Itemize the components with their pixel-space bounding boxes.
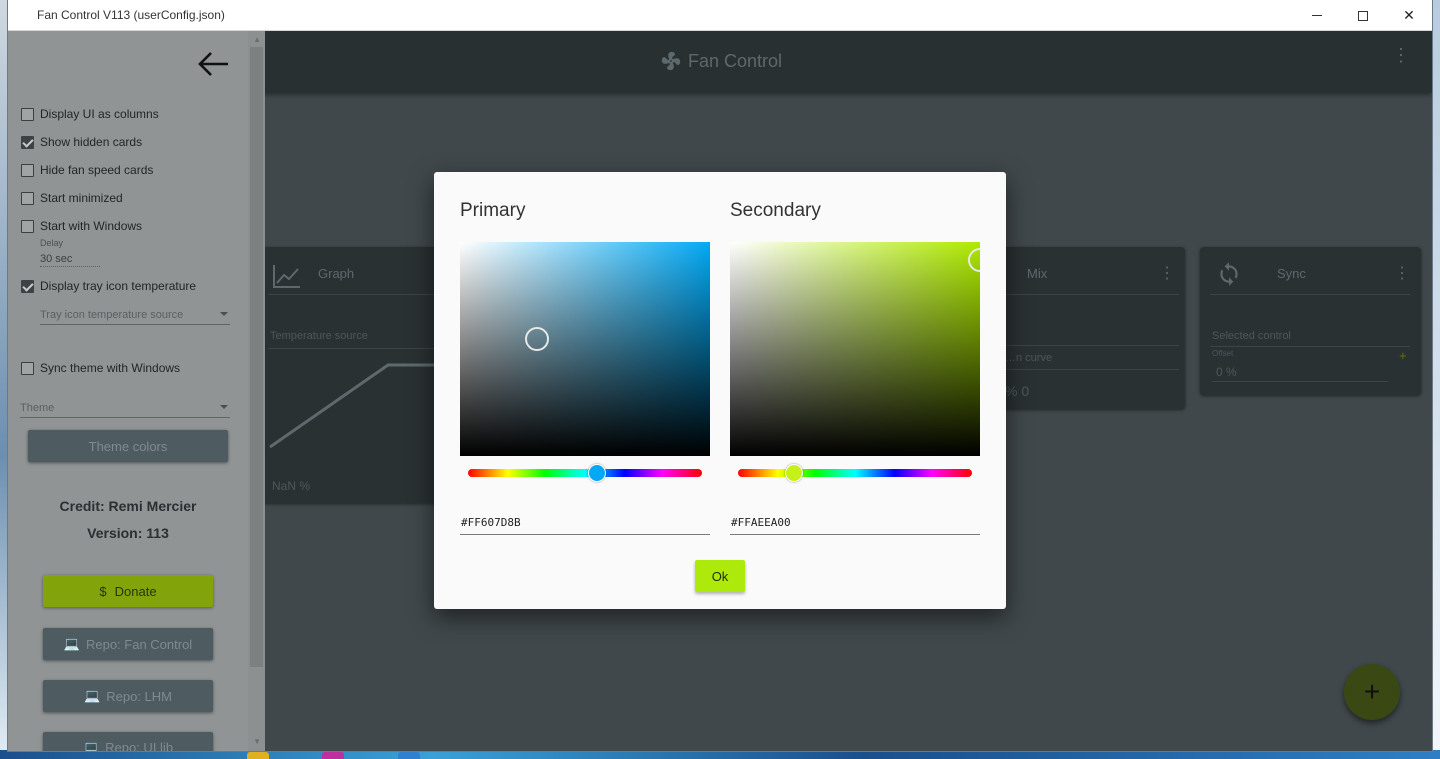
theme-colors-button[interactable]: Theme colors bbox=[28, 430, 228, 462]
maximize-button[interactable] bbox=[1340, 0, 1386, 31]
option-label: Display tray icon temperature bbox=[40, 279, 197, 293]
primary-title: Primary bbox=[460, 200, 526, 221]
option-sync-theme-windows[interactable]: Sync theme with Windows bbox=[21, 361, 180, 375]
option-label: Show hidden cards bbox=[40, 135, 143, 149]
option-label: Sync theme with Windows bbox=[40, 361, 181, 375]
button-label: Donate bbox=[114, 583, 157, 599]
window-title: Fan Control V113 (userConfig.json) bbox=[37, 8, 225, 22]
option-start-with-windows[interactable]: Start with Windows bbox=[21, 219, 142, 233]
repo-ui-lib-button[interactable]: 💻 Repo: UI lib bbox=[43, 732, 213, 751]
taskbar-app-icon[interactable] bbox=[322, 752, 344, 759]
secondary-hex-input[interactable]: #FFAEEA00 bbox=[730, 514, 980, 535]
taskbar-app-icon[interactable] bbox=[247, 752, 269, 759]
option-label: Start minimized bbox=[40, 191, 123, 205]
credit-text: Credit: Remi Mercier bbox=[59, 498, 197, 514]
sv-black-gradient bbox=[730, 242, 980, 456]
drawer-scrollbar[interactable]: ▲ ▼ bbox=[248, 31, 265, 751]
button-label: Repo: UI lib bbox=[105, 740, 174, 751]
sv-black-gradient bbox=[460, 242, 710, 456]
theme-colors-dialog: Primary Secondary #FF607D8B #FFAEEA00 Ok bbox=[434, 172, 1006, 609]
scroll-up-icon[interactable]: ▲ bbox=[253, 35, 261, 44]
laptop-icon: 💻 bbox=[84, 688, 101, 703]
app-content: Fan Control ⋮ Graph Temperature source N… bbox=[8, 31, 1432, 751]
taskbar-strip bbox=[0, 750, 1440, 759]
minimize-button[interactable] bbox=[1294, 0, 1340, 31]
scroll-down-icon[interactable]: ▼ bbox=[253, 737, 261, 746]
repo-fan-control-button[interactable]: 💻 Repo: Fan Control bbox=[43, 628, 213, 660]
desktop-left-edge bbox=[0, 0, 8, 759]
select-placeholder: Theme bbox=[20, 402, 55, 414]
secondary-hue-slider[interactable] bbox=[738, 464, 972, 482]
checkbox[interactable] bbox=[21, 107, 34, 121]
laptop-icon: 💻 bbox=[82, 740, 100, 751]
option-show-hidden-cards[interactable]: Show hidden cards bbox=[21, 135, 142, 149]
scrollbar-thumb[interactable] bbox=[250, 47, 263, 667]
laptop-icon: 💻 bbox=[63, 636, 80, 651]
app-window: Fan Control V113 (userConfig.json) ✕ Fan… bbox=[8, 0, 1432, 751]
checkbox[interactable] bbox=[21, 191, 34, 205]
button-label: Theme colors bbox=[88, 438, 168, 454]
tray-source-select[interactable]: Tray icon temperature source bbox=[40, 309, 230, 325]
checkbox[interactable] bbox=[21, 219, 34, 233]
primary-hue-knob[interactable] bbox=[587, 464, 606, 482]
ok-button[interactable]: Ok bbox=[695, 560, 745, 592]
option-label: Start with Windows bbox=[40, 219, 143, 233]
chevron-down-icon bbox=[220, 405, 228, 409]
version-text: Version: 113 bbox=[87, 525, 169, 541]
primary-saturation-value-picker[interactable] bbox=[460, 242, 710, 456]
secondary-hue-knob[interactable] bbox=[785, 464, 804, 482]
primary-hue-slider[interactable] bbox=[468, 464, 702, 482]
maximize-icon bbox=[1358, 10, 1368, 21]
arrow-left-icon[interactable] bbox=[196, 49, 230, 79]
secondary-title: Secondary bbox=[730, 200, 821, 221]
option-display-ui-columns[interactable]: Display UI as columns bbox=[21, 107, 159, 121]
secondary-saturation-value-picker[interactable] bbox=[730, 242, 980, 456]
option-label: Hide fan speed cards bbox=[40, 163, 154, 177]
chevron-down-icon bbox=[220, 312, 228, 316]
option-start-minimized[interactable]: Start minimized bbox=[21, 191, 123, 205]
title-bar: Fan Control V113 (userConfig.json) ✕ bbox=[8, 0, 1432, 31]
checkbox[interactable] bbox=[21, 163, 34, 177]
minimize-icon bbox=[1312, 15, 1322, 16]
taskbar-app-icon[interactable] bbox=[398, 752, 420, 759]
donate-button[interactable]: $ Donate bbox=[43, 575, 213, 607]
settings-drawer: ▲ ▼ Display UI as columns Show hidden ca… bbox=[8, 31, 265, 751]
option-label: Display UI as columns bbox=[40, 107, 159, 121]
close-button[interactable]: ✕ bbox=[1386, 0, 1432, 31]
select-placeholder: Tray icon temperature source bbox=[40, 309, 184, 321]
primary-color-selector-ring[interactable] bbox=[525, 327, 549, 351]
close-icon: ✕ bbox=[1403, 7, 1415, 23]
delay-label: Delay bbox=[40, 238, 64, 248]
button-label: Repo: Fan Control bbox=[85, 636, 193, 652]
button-label: Ok bbox=[711, 568, 729, 584]
primary-hex-input[interactable]: #FF607D8B bbox=[460, 514, 710, 535]
checkbox[interactable] bbox=[21, 135, 34, 149]
theme-select[interactable]: Theme bbox=[20, 402, 230, 418]
dollar-icon: $ bbox=[99, 583, 107, 599]
checkbox[interactable] bbox=[21, 279, 34, 293]
option-display-tray-icon-temperature[interactable]: Display tray icon temperature bbox=[21, 279, 196, 293]
checkbox[interactable] bbox=[21, 361, 34, 375]
repo-lhm-button[interactable]: 💻 Repo: LHM bbox=[43, 680, 213, 712]
button-label: Repo: LHM bbox=[106, 688, 172, 704]
option-hide-fan-speed-cards[interactable]: Hide fan speed cards bbox=[21, 163, 153, 177]
delay-input[interactable]: 30 sec bbox=[40, 253, 100, 267]
